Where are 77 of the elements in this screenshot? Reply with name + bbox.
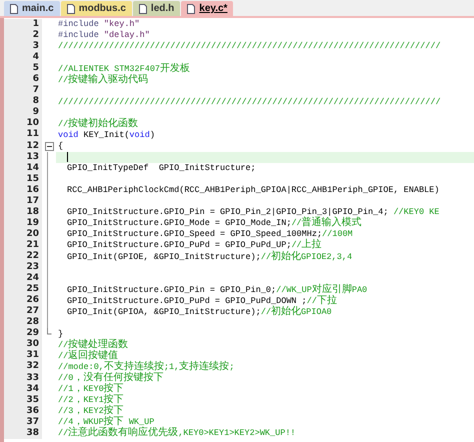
line-number: 32	[26, 362, 39, 372]
code-line: RCC_AHB1PeriphClockCmd(RCC_AHB1Periph_GPIOA|RCC_AHB1Periph_GPIOE, ENABLE)	[67, 186, 440, 194]
code-line: GPIO_InitStructure.GPIO_PuPd = GPIO_PuPd_DOWN ;//下拉	[67, 296, 337, 306]
line-number: 22	[26, 252, 39, 261]
file-tab[interactable]: main.c	[4, 1, 60, 16]
file-tab[interactable]: modbus.c	[60, 1, 132, 16]
line-number: 9	[32, 108, 39, 118]
line-number: 31	[26, 351, 39, 360]
code-line: GPIO_Init(GPIOA, &GPIO_InitStructure);//初始化GPIOA0	[67, 306, 332, 317]
code-line: //ALIENTEK STM32F407开发板	[58, 64, 190, 74]
code-line: GPIO_InitStructure.GPIO_Speed = GPIO_Speed_100MHz;//100M	[67, 230, 353, 239]
code-line: ///////////////////////////////////////////////////////////////////////////	[58, 42, 441, 51]
line-number: 8	[32, 97, 39, 106]
code-line: ///////////////////////////////////////////////////////////////////////////	[58, 98, 441, 106]
code-line: GPIO_InitStructure.GPIO_Pin = GPIO_Pin_0;//WK_UP对应引脚PA0	[67, 284, 368, 295]
line-number: 24	[26, 274, 39, 284]
line-number: 25	[26, 285, 39, 294]
file-icon	[10, 4, 18, 14]
code-line: //4，WKUP按下 WK_UP	[58, 417, 154, 428]
line-number: 10	[26, 119, 39, 128]
line-number: 23	[26, 263, 39, 272]
file-tab[interactable]: key.c*	[181, 1, 234, 16]
code-line: GPIO_InitStructure.GPIO_Pin = GPIO_Pin_2|GPIO_Pin_3|GPIO_Pin_4; //KEY0 KE	[67, 208, 440, 217]
file-icon	[138, 4, 147, 14]
code-line: #include "delay.h"	[58, 31, 150, 40]
line-number: 34	[26, 384, 39, 394]
line-number: 29	[26, 329, 39, 338]
code-line: #include "key.h"	[58, 20, 140, 29]
line-number: 33	[26, 374, 39, 383]
line-number: 2	[32, 31, 39, 40]
line-number: 36	[26, 406, 39, 416]
line-number: 17	[26, 196, 39, 206]
code-line: //1，KEY0按下	[58, 384, 124, 394]
code-line: GPIO_InitTypeDef GPIO_InitStructure;	[67, 164, 256, 172]
file-icon	[187, 4, 196, 14]
code-line: //2，KEY1按下	[58, 395, 124, 406]
code-line: //0，没有任何按键按下	[58, 373, 164, 384]
code-line: //返回按键值	[58, 350, 118, 361]
code-line: //注意此函数有响应优先级,KEY0>KEY1>KEY2>WK_UP!!	[58, 428, 296, 438]
line-number: 28	[26, 318, 39, 328]
code-line: GPIO_InitStructure.GPIO_Mode = GPIO_Mode_IN;//普通输入模式	[67, 218, 362, 228]
line-number: 12	[26, 142, 39, 151]
line-number: 11	[26, 130, 39, 140]
line-number: 35	[26, 396, 39, 405]
line-number: 13	[26, 152, 39, 162]
line-number: 27	[26, 307, 39, 316]
line-number: 7	[32, 86, 39, 96]
code-line: //按键处理函数	[58, 340, 128, 350]
code-line: GPIO_Init(GPIOE, &GPIO_InitStructure);//初始化GPIOE2,3,4	[67, 252, 352, 262]
text-cursor	[67, 152, 68, 162]
line-number: 26	[26, 296, 39, 306]
code-line: void KEY_Init(void)	[58, 130, 155, 140]
line-number: 18	[26, 208, 39, 217]
line-number: 14	[26, 164, 39, 173]
line-number: 5	[32, 64, 39, 74]
code-line: }	[58, 330, 64, 338]
collapse-icon[interactable]	[44, 142, 54, 151]
code-line: {	[58, 142, 64, 150]
file-icon	[66, 4, 75, 14]
line-number: 6	[32, 75, 39, 84]
line-number: 37	[26, 418, 39, 427]
line-number: 15	[26, 174, 39, 184]
code-line: //按键输入驱动代码	[58, 74, 148, 85]
code-line: GPIO_InitStructure.GPIO_PuPd = GPIO_PuPd_UP;//上拉	[67, 240, 322, 250]
line-number: 16	[26, 186, 39, 195]
code-line: //按键初始化函数	[58, 118, 138, 129]
line-number: 20	[26, 230, 39, 239]
file-tab[interactable]: led.h	[132, 1, 180, 16]
line-number: 30	[26, 340, 39, 350]
line-number: 19	[26, 218, 39, 228]
line-number: 38	[26, 428, 39, 438]
code-line: //3，KEY2按下	[58, 406, 124, 416]
line-number: 21	[26, 240, 39, 250]
line-number: 1	[32, 20, 39, 30]
code-line: //mode:0,不支持连续按;1,支持连续按;	[58, 362, 234, 372]
line-number: 3	[32, 42, 39, 52]
line-number: 4	[32, 53, 39, 62]
